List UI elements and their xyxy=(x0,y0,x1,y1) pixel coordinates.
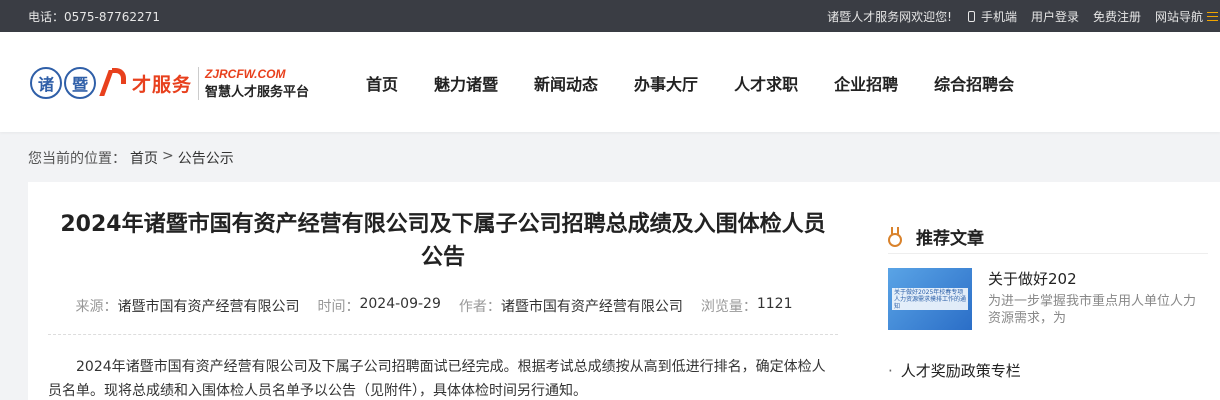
sidebar-column-link[interactable]: · 人才奖励政策专栏 xyxy=(888,360,1208,381)
logo-seal-2: 暨 xyxy=(64,67,96,99)
source-label: 来源： xyxy=(75,299,118,315)
site-logo[interactable]: 诸 暨 才服务 ZJRCFW.COM 智慧人才服务平台 xyxy=(30,60,320,106)
recommended-desc: 为进一步掌握我市重点用人单位人力资源需求，为 xyxy=(988,294,1197,326)
source-value: 诸暨市国有资产经营有限公司 xyxy=(117,299,300,315)
logo-seal-1: 诸 xyxy=(30,67,62,99)
top-links: 诸暨人才服务网欢迎您! 手机端 用户登录 免费注册 网站导航 xyxy=(827,8,1220,25)
thumbnail-caption: 关于做好2025年校春专项人力资源需求摸排工作的通知 xyxy=(892,288,968,310)
menu-icon xyxy=(1207,12,1218,21)
author-label: 作者： xyxy=(458,299,501,315)
meta-divider xyxy=(48,334,838,335)
breadcrumb-current[interactable]: 公告公示 xyxy=(178,148,234,168)
recommended-thumbnail[interactable]: 关于做好2025年校春专项人力资源需求摸排工作的通知 xyxy=(888,268,972,330)
site-nav-label: 网站导航 xyxy=(1154,10,1203,24)
article: 2024年诸暨市国有资产经营有限公司及下属子公司招聘总成绩及入围体检人员公告 来… xyxy=(48,182,838,400)
logo-domain: ZJRCFW.COM xyxy=(205,66,286,81)
sidebar-column-label: 人才奖励政策专栏 xyxy=(900,362,1021,380)
nav-news[interactable]: 新闻动态 xyxy=(534,71,598,95)
register-link[interactable]: 免费注册 xyxy=(1093,8,1141,25)
site-nav-link[interactable]: 网站导航 xyxy=(1155,8,1218,25)
breadcrumb-prefix: 您当前的位置： xyxy=(28,151,126,167)
login-link[interactable]: 用户登录 xyxy=(1031,8,1079,25)
nav-job-fair[interactable]: 综合招聘会 xyxy=(934,71,1014,95)
sidebar-heading-label: 推荐文章 xyxy=(916,229,984,249)
contact-phone: 电话：0575-87762271 xyxy=(28,10,160,24)
logo-subtitle: ZJRCFW.COM 智慧人才服务平台 xyxy=(198,66,310,100)
nav-service-hall[interactable]: 办事大厅 xyxy=(634,71,698,95)
sidebar-heading: 推荐文章 xyxy=(888,226,1208,254)
breadcrumb-home[interactable]: 首页 xyxy=(130,148,158,168)
site-header: 诸 暨 才服务 ZJRCFW.COM 智慧人才服务平台 首页 魅力诸暨 新闻动态… xyxy=(0,32,1220,132)
breadcrumb: 您当前的位置： 首页 > 公告公示 xyxy=(28,148,238,168)
recommended-article[interactable]: 关于做好2025年校春专项人力资源需求摸排工作的通知 关于做好202 为进一步掌… xyxy=(888,268,1208,330)
nav-charm-zhuji[interactable]: 魅力诸暨 xyxy=(434,71,498,95)
breadcrumb-separator: > xyxy=(162,148,174,164)
nav-job-seeking[interactable]: 人才求职 xyxy=(734,71,798,95)
mobile-label: 手机端 xyxy=(980,10,1017,24)
mobile-phone-icon xyxy=(967,11,975,22)
time-value: 2024-09-29 xyxy=(359,296,441,312)
nav-recruitment[interactable]: 企业招聘 xyxy=(834,71,898,95)
article-body: 2024年诸暨市国有资产经营有限公司及下属子公司招聘面试已经完成。根据考试总成绩… xyxy=(48,359,826,399)
recommended-text: 关于做好202 为进一步掌握我市重点用人单位人力资源需求，为 xyxy=(988,268,1198,330)
time-label: 时间： xyxy=(317,299,360,315)
content-card: 2024年诸暨市国有资产经营有限公司及下属子公司招聘总成绩及入围体检人员公告 来… xyxy=(28,182,1220,400)
views-label: 浏览量： xyxy=(700,299,757,315)
sidebar: 推荐文章 关于做好2025年校春专项人力资源需求摸排工作的通知 关于做好202 … xyxy=(888,182,1208,381)
main-nav: 首页 魅力诸暨 新闻动态 办事大厅 人才求职 企业招聘 综合招聘会 xyxy=(348,71,1032,95)
medal-icon xyxy=(888,226,902,247)
article-title: 2024年诸暨市国有资产经营有限公司及下属子公司招聘总成绩及入围体检人员公告 xyxy=(60,212,826,270)
nav-home[interactable]: 首页 xyxy=(366,71,398,95)
logo-wordmark: 才服务 xyxy=(132,73,193,96)
views-value: 1121 xyxy=(756,296,793,312)
logo-person-icon xyxy=(99,66,130,100)
recommended-title[interactable]: 关于做好202 xyxy=(988,268,1198,289)
article-meta: 来源： 诸暨市国有资产经营有限公司 时间： 2024-09-29 作者： 诸暨市… xyxy=(48,296,838,316)
welcome-text: 诸暨人才服务网欢迎您! xyxy=(827,10,952,24)
top-bar: 电话：0575-87762271 诸暨人才服务网欢迎您! 手机端 用户登录 免费… xyxy=(0,0,1220,32)
bullet-icon: · xyxy=(888,361,893,380)
logo-platform: 智慧人才服务平台 xyxy=(205,84,310,100)
author-value: 诸暨市国有资产经营有限公司 xyxy=(500,299,683,315)
mobile-link[interactable]: 手机端 xyxy=(967,8,1017,25)
